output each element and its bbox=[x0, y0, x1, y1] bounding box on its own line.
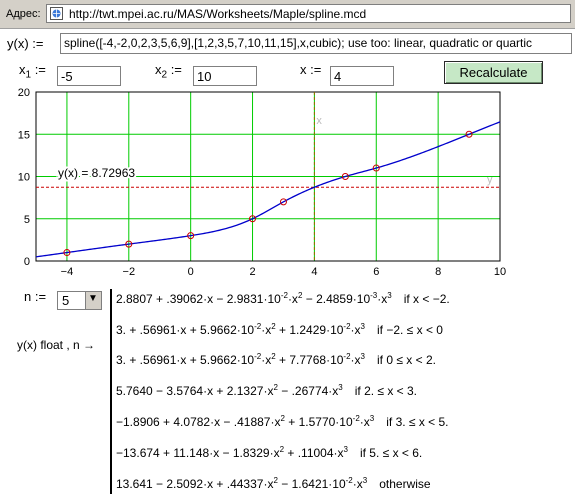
spline-curve bbox=[35, 121, 501, 258]
expression-part: ·x bbox=[350, 323, 361, 337]
recalculate-button[interactable]: Recalculate bbox=[444, 61, 543, 84]
expression-part: ·x bbox=[350, 353, 361, 367]
expression-part: 5.7640 − 3.5764·x + 2.1327·x bbox=[116, 384, 274, 398]
spline-chart: −4 −2 0 2 4 6 8 10 0 5 10 15 20 y(x) = 8.72963 x y bbox=[18, 87, 506, 278]
expression-part: 3. + .56961·x + 5.9662·10 bbox=[116, 323, 255, 337]
piecewise-brace bbox=[110, 289, 112, 494]
piece-condition: if −2. ≤ x < 0 bbox=[377, 323, 443, 337]
expression-part: + 1.2429·10 bbox=[275, 323, 344, 337]
x-tick-label: −2 bbox=[123, 266, 136, 278]
exponent: 3 bbox=[369, 414, 375, 423]
piece-row: 2.8807 + .39062·x − 2.9831·10-2·x2 − 2.4… bbox=[116, 291, 450, 307]
expression-part: ·x bbox=[377, 292, 388, 306]
expression-part: −1.8906 + 4.0782·x − .41887·x bbox=[116, 415, 281, 429]
piece-condition: if 3. ≤ x < 5. bbox=[386, 415, 449, 429]
x-tick-label: 4 bbox=[311, 266, 317, 278]
expression-part: −13.674 + 11.148·x − 1.8329·x bbox=[116, 446, 280, 460]
address-label: Адрес: bbox=[6, 8, 41, 20]
piece-row: −1.8906 + 4.0782·x − .41887·x2 + 1.5770·… bbox=[116, 414, 449, 430]
expression-part: ·x bbox=[352, 477, 363, 491]
y-tick-label: 20 bbox=[18, 87, 30, 99]
expression-part: − .26774·x bbox=[277, 384, 339, 398]
expression-part: ·x bbox=[287, 292, 298, 306]
chevron-down-icon: ▼ bbox=[88, 293, 98, 304]
piece-condition: if x < −2. bbox=[403, 292, 450, 306]
x2-label: x2 := bbox=[155, 62, 182, 81]
x1-input[interactable]: -5 bbox=[57, 66, 121, 86]
vline-label: x bbox=[316, 115, 322, 127]
expression-part: − 2.4859·10 bbox=[302, 292, 371, 306]
piece-condition: if 5. ≤ x < 6. bbox=[359, 446, 423, 460]
x-input[interactable]: 4 bbox=[330, 66, 394, 86]
n-value: 5 bbox=[62, 293, 70, 308]
piece-condition: if 2. ≤ x < 3. bbox=[354, 384, 418, 398]
address-input[interactable]: http://twt.mpei.ac.ru/MAS/Worksheets/Map… bbox=[46, 4, 571, 23]
piece-row: 3. + .56961·x + 5.9662·10-2·x2 + 7.7768·… bbox=[116, 352, 436, 368]
dropdown-button[interactable]: ▼ bbox=[85, 292, 101, 309]
n-label: n := bbox=[24, 289, 47, 304]
x-tick-label: 0 bbox=[188, 266, 194, 278]
piece-row: −13.674 + 11.148·x − 1.8329·x2 + .11004·… bbox=[116, 445, 423, 461]
y-tick-label: 15 bbox=[18, 129, 30, 141]
piece-row: 13.641 − 2.5092·x + .44337·x2 − 1.6421·1… bbox=[116, 476, 431, 492]
x1-label: x1 := bbox=[19, 62, 46, 81]
expression-part: 13.641 − 2.5092·x + .44337·x bbox=[116, 477, 274, 491]
exponent: 3 bbox=[338, 383, 343, 392]
x-tick-label: 6 bbox=[373, 266, 379, 278]
exponent: -2 bbox=[343, 352, 351, 361]
n-dropdown[interactable]: 5 ▼ bbox=[57, 291, 102, 310]
expression-part: − 1.6421·10 bbox=[277, 477, 346, 491]
expression-part: + .11004·x bbox=[284, 446, 344, 460]
x-tick-label: 2 bbox=[249, 266, 255, 278]
exponent: -2 bbox=[345, 476, 353, 485]
exponent: 3 bbox=[343, 445, 348, 454]
address-url: http://twt.mpei.ac.ru/MAS/Worksheets/Map… bbox=[69, 7, 367, 21]
marker-value-label: y(x) = 8.72963 bbox=[58, 166, 135, 180]
exponent: -2 bbox=[280, 291, 288, 300]
y-tick-label: 10 bbox=[18, 172, 30, 184]
x-tick-label: −4 bbox=[61, 266, 74, 278]
piece-row: 5.7640 − 3.5764·x + 2.1327·x2 − .26774·x… bbox=[116, 383, 418, 399]
piece-condition: otherwise bbox=[379, 477, 431, 491]
definition-label: y(x) := bbox=[7, 36, 44, 51]
piece-row: 3. + .56961·x + 5.9662·10-2·x2 + 1.2429·… bbox=[116, 322, 443, 338]
exponent: 3 bbox=[360, 352, 365, 361]
address-bar: Адрес: http://twt.mpei.ac.ru/MAS/Workshe… bbox=[0, 0, 575, 29]
expression-part: 3. + .56961·x + 5.9662·10 bbox=[116, 353, 255, 367]
exponent: 3 bbox=[387, 291, 392, 300]
y-tick-label: 0 bbox=[24, 256, 30, 268]
exponent: -2 bbox=[352, 414, 360, 423]
x-tick-label: 10 bbox=[494, 266, 506, 278]
exponent: -2 bbox=[343, 322, 351, 331]
x2-input[interactable]: 10 bbox=[193, 66, 257, 86]
x-label: x := bbox=[300, 62, 322, 77]
expression-part: + 1.5770·10 bbox=[284, 415, 353, 429]
x-tick-label: 8 bbox=[435, 266, 441, 278]
piece-condition: if 0 ≤ x < 2. bbox=[377, 353, 436, 367]
expression-part: ·x bbox=[261, 323, 272, 337]
hline-label: y bbox=[487, 174, 493, 186]
expression-part: ·x bbox=[359, 415, 370, 429]
expression-part: 2.8807 + .39062·x − 2.9831·10 bbox=[116, 292, 281, 306]
exponent: 3 bbox=[362, 476, 368, 485]
expression-part: ·x bbox=[261, 353, 272, 367]
spline-definition-field[interactable]: spline([-4,-2,0,2,3,5,6,9],[1,2,3,5,7,10… bbox=[60, 33, 572, 54]
y-tick-label: 5 bbox=[24, 214, 30, 226]
web-page-icon bbox=[50, 7, 63, 20]
expression-part: + 7.7768·10 bbox=[275, 353, 344, 367]
result-label: y(x) float , n → bbox=[17, 338, 96, 352]
exponent: 3 bbox=[360, 322, 365, 331]
